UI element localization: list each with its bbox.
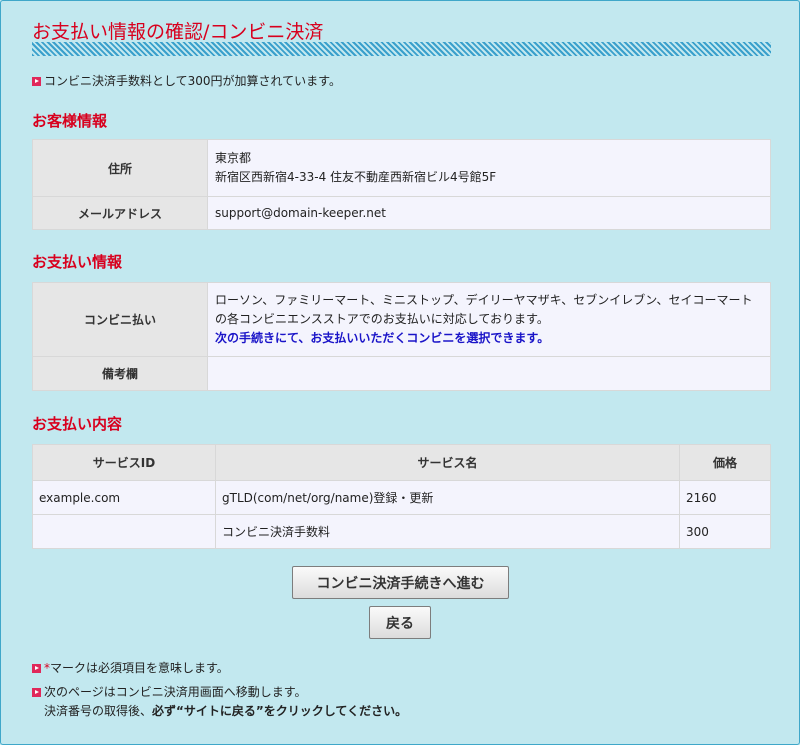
method-value: ローソン、ファミリーマート、ミニストップ、デイリーヤマザキ、セブンイレブン、セイ… [207, 282, 771, 357]
bullet-arrow-icon [32, 688, 41, 697]
remarks-value [207, 356, 771, 391]
next-page-text: 次のページはコンビニ決済用画面へ移動します。 [44, 685, 307, 699]
page-frame: お支払い情報の確認/コンビニ決済 コンビニ決済手数料として300円が加算されてい… [0, 0, 800, 745]
address-line2: 新宿区西新宿4-33-4 住友不動産西新宿ビル4号館5F [215, 170, 497, 184]
price-cell: 300 [679, 514, 771, 549]
remarks-label: 備考欄 [32, 356, 208, 391]
return-to-site-instruction: 必ず“サイトに戻る”をクリックしてください。 [152, 704, 408, 718]
proceed-to-convenience-payment-button[interactable]: コンビニ決済手続きへ進む [292, 566, 509, 599]
remarks-row: 備考欄 [32, 356, 771, 391]
service-table-header: サービスID サービス名 価格 [32, 444, 771, 481]
email-value: support@domain-keeper.net [207, 196, 771, 230]
service-id-cell: example.com [32, 480, 216, 515]
next-page-note: 次のページはコンビニ決済用画面へ移動します。 決済番号の取得後、必ず“サイトに戻… [32, 683, 407, 721]
method-description: ローソン、ファミリーマート、ミニストップ、デイリーヤマザキ、セブンイレブン、セイ… [215, 293, 753, 326]
page-title: お支払い情報の確認/コンビニ決済 [32, 21, 324, 43]
bullet-arrow-icon [32, 664, 41, 673]
title-underline [32, 42, 771, 56]
address-line1: 東京都 [215, 151, 252, 165]
service-id-cell [32, 514, 216, 549]
required-mark-note: *マークは必須項目を意味します。 [32, 659, 229, 676]
required-note-text: マークは必須項目を意味します。 [50, 661, 229, 675]
email-label: メールアドレス [32, 196, 208, 230]
price-cell: 2160 [679, 480, 771, 515]
table-row: example.com gTLD(com/net/org/name)登録・更新 … [32, 480, 771, 515]
table-row: コンビニ決済手数料 300 [32, 514, 771, 549]
method-label: コンビニ払い [32, 282, 208, 357]
payment-section-title: お支払い情報 [32, 253, 123, 271]
payment-table: コンビニ払い ローソン、ファミリーマート、ミニストップ、デイリーヤマザキ、セブン… [32, 282, 771, 391]
address-value: 東京都 新宿区西新宿4-33-4 住友不動産西新宿ビル4号館5F [207, 139, 771, 197]
bullet-arrow-icon [32, 77, 41, 86]
email-row: メールアドレス support@domain-keeper.net [32, 196, 771, 230]
address-label: 住所 [32, 139, 208, 197]
method-store-select-note: 次の手続きにて、お支払いいただくコンビニを選択できます。 [215, 331, 550, 345]
details-section-title: お支払い内容 [32, 415, 123, 433]
service-name-cell: コンビニ決済手数料 [215, 514, 680, 549]
method-row: コンビニ払い ローソン、ファミリーマート、ミニストップ、デイリーヤマザキ、セブン… [32, 282, 771, 357]
customer-table: 住所 東京都 新宿区西新宿4-33-4 住友不動産西新宿ビル4号館5F メールア… [32, 139, 771, 230]
service-name-cell: gTLD(com/net/org/name)登録・更新 [215, 480, 680, 515]
column-header-service-name: サービス名 [215, 444, 680, 481]
customer-section-title: お客様情報 [32, 112, 108, 130]
after-payment-text: 決済番号の取得後、 [44, 704, 153, 718]
fee-notice-text: コンビニ決済手数料として300円が加算されています。 [44, 74, 341, 88]
address-row: 住所 東京都 新宿区西新宿4-33-4 住友不動産西新宿ビル4号館5F [32, 139, 771, 197]
column-header-price: 価格 [679, 444, 771, 481]
service-table: サービスID サービス名 価格 example.com gTLD(com/net… [32, 444, 771, 549]
fee-notice: コンビニ決済手数料として300円が加算されています。 [32, 72, 341, 89]
column-header-service-id: サービスID [32, 444, 216, 481]
back-button[interactable]: 戻る [369, 606, 431, 639]
